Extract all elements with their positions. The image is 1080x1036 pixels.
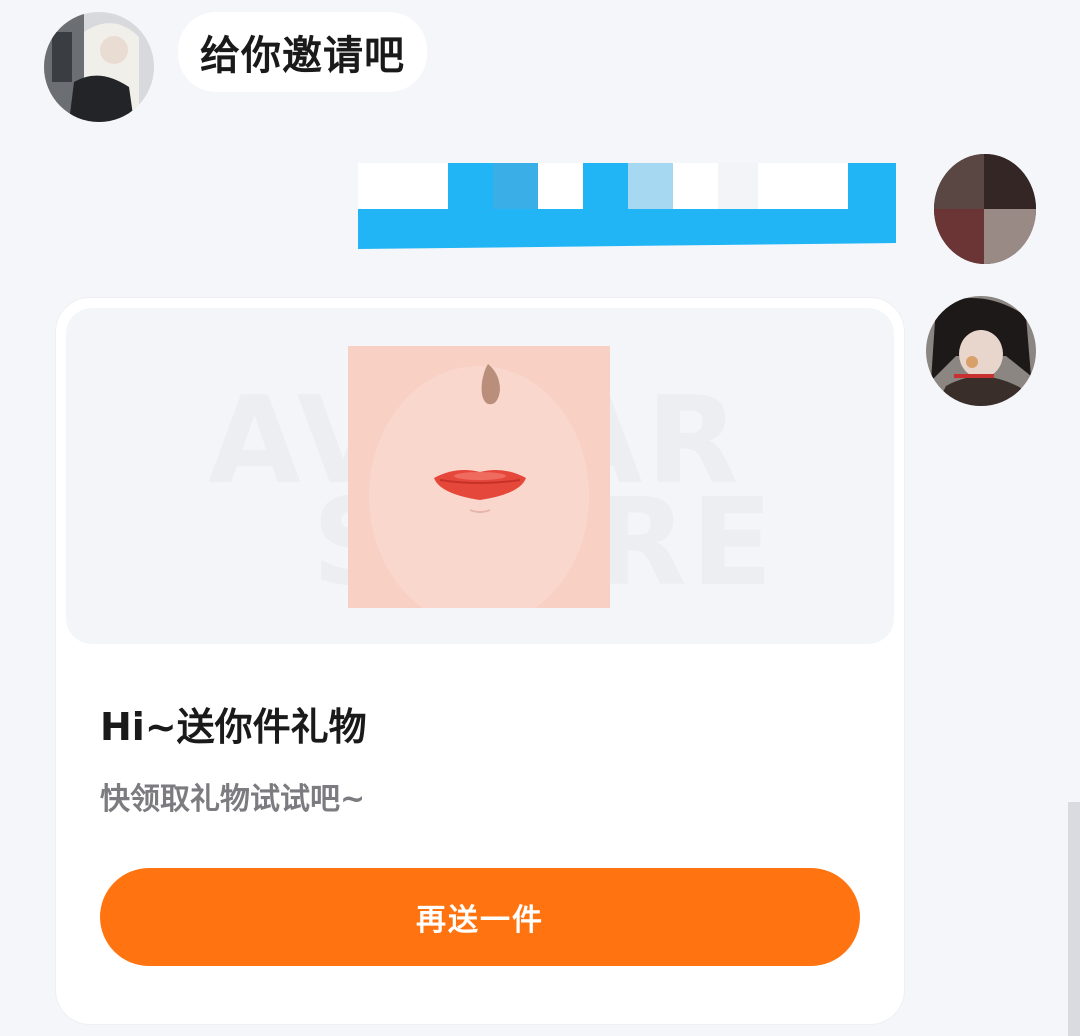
- gift-card-subtitle: 快领取礼物试试吧~: [100, 782, 366, 817]
- my-avatar-secondary[interactable]: [926, 296, 1036, 406]
- scrollbar[interactable]: [1068, 802, 1080, 1036]
- pixelated-message-content: [358, 163, 896, 255]
- received-message-text: 给你邀请吧: [200, 33, 405, 79]
- avatar-image: [44, 12, 154, 122]
- sent-message-bubble[interactable]: [358, 163, 896, 255]
- avatar-image: [926, 296, 1036, 406]
- my-avatar[interactable]: [934, 154, 1036, 264]
- avatar-image: [934, 154, 1036, 264]
- send-another-button[interactable]: 再送一件: [100, 868, 860, 966]
- gift-card[interactable]: AVATAR STORE Hi~送你件礼物 快领取礼物试试吧~ 再送一件: [56, 298, 904, 1024]
- gift-card-title: Hi~送你件礼物: [100, 705, 367, 749]
- sender-avatar[interactable]: [44, 12, 154, 122]
- face-makeup-item-icon: [348, 346, 610, 608]
- received-message-bubble[interactable]: 给你邀请吧: [178, 12, 427, 92]
- gift-preview-area: AVATAR STORE: [66, 308, 894, 644]
